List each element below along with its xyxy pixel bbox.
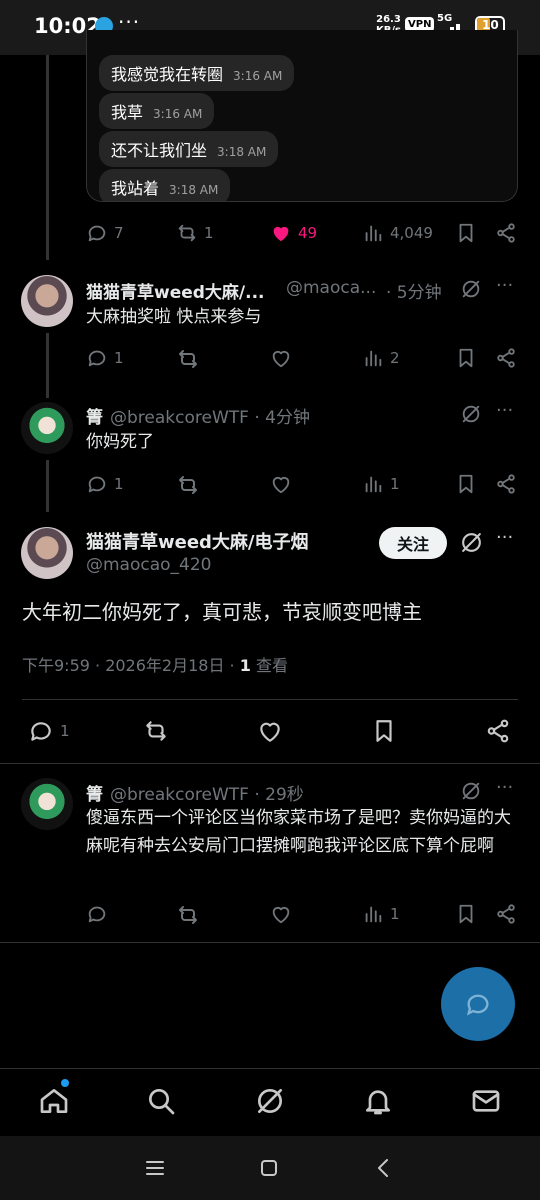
like-icon[interactable] — [257, 718, 283, 744]
grok-icon[interactable] — [460, 780, 482, 802]
home-nav-icon[interactable] — [257, 1156, 281, 1180]
share-icon[interactable] — [485, 718, 511, 744]
post-text: 你妈死了 — [86, 432, 154, 452]
share-icon[interactable] — [495, 222, 517, 244]
more-icon[interactable]: ··· — [496, 777, 513, 798]
compose-message-icon — [466, 994, 489, 1016]
grok-icon[interactable] — [460, 403, 482, 425]
repost-icon[interactable] — [176, 473, 200, 497]
chat-bubble: 我感觉我在转圈 3:16 AM — [99, 55, 295, 91]
repost-icon[interactable] — [142, 718, 170, 744]
thread-line — [46, 460, 49, 512]
repost-icon — [178, 224, 196, 242]
like-icon — [273, 226, 289, 242]
repost-icon[interactable] — [176, 347, 200, 371]
post-datetime: 下午9:59 · 2026年2月18日 · 1 查看 — [22, 656, 288, 675]
bookmark-icon[interactable] — [455, 903, 477, 925]
grok-icon[interactable] — [254, 1085, 286, 1117]
post-time: · 5分钟 — [386, 283, 442, 303]
views-icon — [365, 906, 382, 923]
compose-message-button[interactable] — [441, 967, 515, 1041]
follow-button[interactable]: 关注 — [379, 527, 447, 559]
post-text: 大麻抽奖啦 快点来参与 — [86, 307, 262, 327]
more-icon[interactable]: ··· — [496, 275, 513, 296]
author-name[interactable]: 猫猫青草weed大麻/... — [86, 278, 265, 303]
divider — [0, 763, 540, 764]
more-icon[interactable]: ··· — [496, 400, 513, 421]
thread-line — [46, 333, 49, 398]
home-icon[interactable] — [38, 1085, 70, 1117]
avatar[interactable] — [21, 275, 73, 327]
chat-bubble: 我草 3:16 AM — [99, 93, 215, 129]
grok-icon[interactable] — [459, 530, 484, 555]
reply-icon — [88, 225, 106, 242]
reply-button[interactable]: 7 — [86, 222, 124, 244]
author-name[interactable]: 猫猫青草weed大麻/电子烟 — [86, 528, 309, 554]
chat-bubble: 我站着 3:18 AM — [99, 169, 231, 201]
embedded-chat-image[interactable]: 我感觉我在转圈 3:16 AM 我草 3:16 AM 还不让我们坐 3:18 AM 我… — [86, 30, 518, 202]
messages-icon[interactable] — [470, 1085, 502, 1117]
bookmark-icon[interactable] — [455, 347, 477, 369]
like-icon[interactable] — [270, 347, 292, 369]
thread-line — [46, 55, 49, 260]
author-name[interactable]: 箐 — [86, 780, 103, 805]
views-icon — [365, 225, 382, 242]
network-type: 5G — [437, 13, 453, 24]
reply-icon[interactable] — [86, 903, 108, 925]
share-icon[interactable] — [495, 347, 517, 369]
views-button[interactable]: 1 — [362, 903, 400, 925]
more-icon[interactable]: ··· — [496, 527, 513, 548]
like-icon[interactable] — [270, 473, 292, 495]
divider — [0, 942, 540, 943]
post-text: 傻逼东西一个评论区当你家菜市场了是吧？卖你妈逼的大麻呢有种去公安局门口摆摊啊跑我… — [86, 808, 511, 856]
like-icon[interactable] — [270, 903, 292, 925]
repost-icon[interactable] — [176, 903, 200, 927]
author-name[interactable]: 箐 — [86, 403, 103, 428]
notification-dot — [61, 1079, 69, 1087]
menu-icon[interactable] — [143, 1156, 167, 1180]
search-icon[interactable] — [145, 1085, 177, 1117]
reply-icon — [88, 350, 106, 367]
reply-button[interactable]: 1 — [86, 473, 124, 495]
reply-icon — [88, 476, 106, 493]
author-handle[interactable]: @breakcoreWTF · 29秒 — [110, 780, 304, 805]
views-button[interactable]: 1 — [362, 473, 400, 495]
reply-button[interactable]: 1 — [86, 347, 124, 369]
repost-button[interactable]: 1 — [176, 222, 214, 244]
bookmark-icon[interactable] — [371, 718, 397, 744]
notifications-icon[interactable] — [362, 1085, 394, 1117]
back-icon[interactable] — [372, 1156, 396, 1180]
avatar[interactable] — [21, 527, 73, 579]
views-button[interactable]: 2 — [362, 347, 400, 369]
bookmark-icon[interactable] — [455, 222, 477, 244]
avatar[interactable] — [21, 778, 73, 830]
views-icon — [365, 476, 382, 493]
bookmark-icon[interactable] — [455, 473, 477, 495]
reply-button[interactable]: 1 — [28, 718, 70, 744]
like-button[interactable]: 49 — [270, 222, 317, 244]
author-handle[interactable]: @maoca... — [286, 278, 376, 298]
author-handle[interactable]: @maocao_420 — [86, 555, 212, 575]
author-handle[interactable]: @breakcoreWTF · 4分钟 — [110, 403, 310, 428]
share-icon[interactable] — [495, 473, 517, 495]
divider — [22, 699, 518, 700]
share-icon[interactable] — [495, 903, 517, 925]
views-icon — [365, 350, 382, 367]
views-button[interactable]: 4,049 — [362, 222, 433, 244]
post-text: 大年初二你妈死了，真可悲，节哀顺变吧博主 — [22, 600, 422, 624]
grok-icon[interactable] — [460, 278, 482, 300]
reply-icon — [31, 722, 51, 741]
avatar[interactable] — [21, 402, 73, 454]
chat-bubble: 还不让我们坐 3:18 AM — [99, 131, 279, 167]
